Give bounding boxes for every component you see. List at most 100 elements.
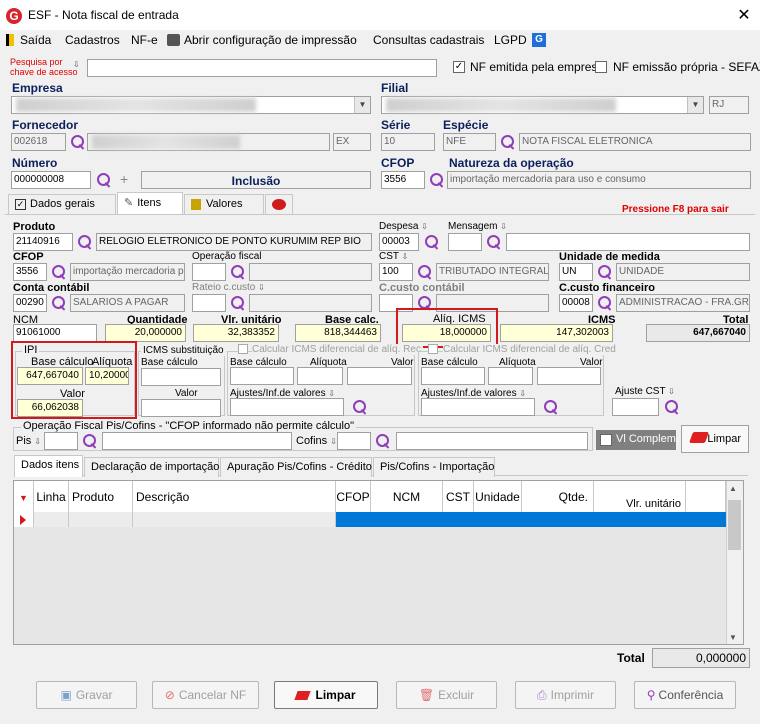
menu-consultas[interactable]: Consultas cadastrais <box>373 33 484 47</box>
pis-code[interactable] <box>44 432 78 450</box>
icms-st-valor-input[interactable] <box>141 399 221 417</box>
subtab-declaracao[interactable]: Declaração de importação <box>84 457 219 477</box>
cfop-header-input[interactable]: 3556 <box>381 171 425 189</box>
menu-cadastros[interactable]: Cadastros <box>65 33 120 47</box>
numero-input[interactable]: 000000008 <box>11 171 91 189</box>
nf-propria-checkbox[interactable] <box>595 61 607 73</box>
fornecedor-search-icon[interactable] <box>70 134 86 150</box>
table-row[interactable] <box>34 512 336 527</box>
quantidade-input[interactable]: 20,000000 <box>105 324 186 342</box>
vl-complem-checkbox[interactable] <box>600 434 612 446</box>
menu-lgpd[interactable]: LGPD <box>494 33 527 47</box>
unidade-code[interactable]: UN <box>559 263 593 281</box>
scroll-up-icon[interactable]: ▲ <box>729 484 737 493</box>
vlr-unit-input[interactable]: 32,383352 <box>193 324 279 342</box>
g-app-icon[interactable]: G <box>532 33 546 47</box>
col-cst[interactable]: CST <box>443 481 474 512</box>
icms-st-base-input[interactable] <box>141 368 221 386</box>
serie-input[interactable]: 10 <box>381 133 435 151</box>
cst-code[interactable]: 100 <box>379 263 413 281</box>
unidade-search-icon[interactable] <box>597 264 613 280</box>
operacao-input[interactable] <box>192 263 226 281</box>
subtab-pis-importacao[interactable]: Pis/Cofins - Importação <box>373 457 495 477</box>
col-linha[interactable]: Linha <box>34 481 69 512</box>
icms-dif1-checkbox[interactable] <box>238 344 248 354</box>
produto-code[interactable]: 21140916 <box>13 233 73 251</box>
conta-search-icon[interactable] <box>51 295 67 311</box>
icms-dif2-valor-input[interactable] <box>537 367 601 385</box>
col-qtde[interactable]: Qtde. <box>522 481 594 512</box>
tab-extra[interactable] <box>265 194 293 214</box>
ajuste-cst-search-icon[interactable] <box>664 399 680 415</box>
chevron-down-icon[interactable]: ▼ <box>354 97 370 113</box>
ccfin-search-icon[interactable] <box>597 295 613 311</box>
scroll-thumb[interactable] <box>728 500 741 550</box>
rateio-search-icon[interactable] <box>230 295 246 311</box>
imprimir-button[interactable]: ⎙ Imprimir <box>515 681 616 709</box>
item-cfop-code[interactable]: 3556 <box>13 263 47 281</box>
icms-dif1-valor-input[interactable] <box>347 367 412 385</box>
cofins-desc[interactable] <box>396 432 588 450</box>
limpar-button[interactable]: Limpar <box>274 681 378 709</box>
item-cfop-search-icon[interactable] <box>51 264 67 280</box>
col-produto[interactable]: Produto <box>69 481 133 512</box>
nf-emitida-checkbox[interactable]: ✓ <box>453 61 465 73</box>
scroll-down-icon[interactable]: ▼ <box>729 633 737 642</box>
icms-dif1-aliq-input[interactable] <box>297 367 343 385</box>
despesa-input[interactable]: 00003 <box>379 233 419 251</box>
menu-config-impressao[interactable]: Abrir configuração de impressão <box>184 33 357 47</box>
especie-code[interactable]: NFE <box>443 133 496 151</box>
close-icon[interactable]: ✕ <box>734 5 754 25</box>
col-ncm[interactable]: NCM <box>371 481 443 512</box>
excluir-button[interactable]: 🗑 Excluir <box>396 681 497 709</box>
mensagem-input[interactable] <box>448 233 482 251</box>
subtab-apuracao[interactable]: Apuração Pis/Cofins - Crédito <box>220 457 372 477</box>
ncm-input[interactable]: 91061000 <box>13 324 97 342</box>
menu-nfe[interactable]: NF-e <box>131 33 158 47</box>
despesa-search-icon[interactable] <box>424 234 440 250</box>
plus-icon[interactable]: + <box>120 171 128 187</box>
cofins-search-icon[interactable] <box>375 433 391 449</box>
tab-dados-gerais[interactable]: ✓ Dados gerais <box>8 194 116 214</box>
fornecedor-code[interactable]: 002618 <box>11 133 66 151</box>
icms-dif2-checkbox[interactable] <box>428 344 438 354</box>
cst-search-icon[interactable] <box>417 264 433 280</box>
operacao-search-icon[interactable] <box>230 264 246 280</box>
icms-dif2-search-icon[interactable] <box>543 399 559 415</box>
ajuste-cst-input[interactable] <box>612 398 659 416</box>
icms-dif1-base-input[interactable] <box>230 367 294 385</box>
cfop-header-search-icon[interactable] <box>429 172 445 188</box>
tab-valores[interactable]: Valores <box>184 194 264 214</box>
col-unidade[interactable]: Unidade <box>474 481 522 512</box>
ccfin-code[interactable]: 00008 <box>559 294 593 312</box>
subtab-dados-itens[interactable]: Dados itens <box>14 455 83 477</box>
icms-dif1-search-icon[interactable] <box>352 399 368 415</box>
pis-desc[interactable] <box>102 432 292 450</box>
icms-input[interactable]: 147,302003 <box>500 324 613 342</box>
mensagem-search-icon[interactable] <box>486 234 502 250</box>
especie-search-icon[interactable] <box>500 134 516 150</box>
icms-dif2-aliq-input[interactable] <box>488 367 533 385</box>
base-calc-input[interactable]: 818,344463 <box>295 324 381 342</box>
icms-dif2-ajustes-input[interactable] <box>421 398 535 416</box>
produto-search-icon[interactable] <box>77 234 93 250</box>
conferencia-button[interactable]: ⚲ Conferência <box>634 681 736 709</box>
gravar-button[interactable]: ▣ Gravar <box>36 681 137 709</box>
cofins-code[interactable] <box>337 432 371 450</box>
col-vlr-unit[interactable]: Vlr. unitário <box>594 481 686 512</box>
numero-search-icon[interactable] <box>96 172 112 188</box>
table-row-selection[interactable] <box>336 512 726 527</box>
mensagem-desc[interactable] <box>506 233 750 251</box>
pis-search-icon[interactable] <box>82 433 98 449</box>
icms-dif1-ajustes-input[interactable] <box>230 398 344 416</box>
conta-code[interactable]: 00290 <box>13 294 47 312</box>
chevron-down-icon[interactable]: ▼ <box>687 97 703 113</box>
tab-itens[interactable]: ✎ Itens <box>117 192 183 214</box>
menu-saida[interactable]: Saída <box>20 33 51 47</box>
chave-acesso-input[interactable] <box>87 59 437 77</box>
col-descricao[interactable]: Descrição <box>133 481 336 512</box>
icms-dif2-base-input[interactable] <box>421 367 485 385</box>
col-cfop[interactable]: CFOP <box>336 481 371 512</box>
cancelar-nf-button[interactable]: ⊘ Cancelar NF <box>152 681 259 709</box>
rateio-input[interactable] <box>192 294 226 312</box>
